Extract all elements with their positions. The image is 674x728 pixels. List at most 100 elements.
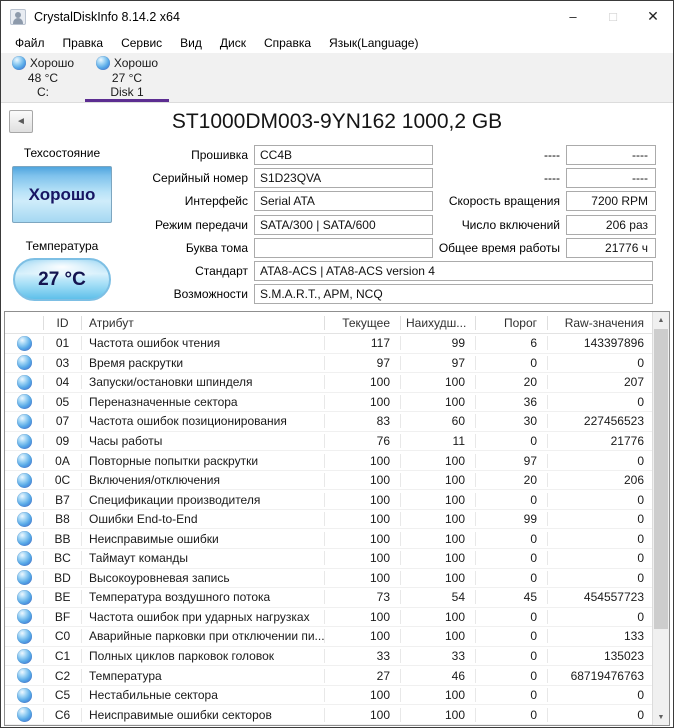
drive-model-title: ST1000DM003-9YN162 1000,2 GB xyxy=(1,103,673,141)
menu-item[interactable]: Сервис xyxy=(112,36,171,50)
attribute-threshold: 97 xyxy=(475,454,547,468)
drive-tab[interactable]: Хорошо 27 °C Disk 1 xyxy=(85,53,169,102)
tab-health-status: Хорошо xyxy=(30,56,74,71)
attribute-id: 03 xyxy=(43,356,81,370)
raw-column-header[interactable]: Raw-значения xyxy=(547,316,652,330)
menu-item[interactable]: Язык(Language) xyxy=(320,36,427,50)
attribute-worst: 100 xyxy=(400,551,475,565)
menu-item[interactable]: Справка xyxy=(255,36,320,50)
menu-item[interactable]: Диск xyxy=(211,36,255,50)
table-scrollbar[interactable]: ▲ ▼ xyxy=(652,312,669,725)
attribute-threshold: 0 xyxy=(475,493,547,507)
stat-label: Скорость вращения xyxy=(438,194,566,208)
scroll-up-icon[interactable]: ▲ xyxy=(653,312,669,328)
menu-item[interactable]: Вид xyxy=(171,36,211,50)
smart-attribute-row[interactable]: C6 Неисправимые ошибки секторов 100 100 … xyxy=(5,705,652,725)
attribute-name: Аварийные парковки при отключении пи... xyxy=(81,629,324,643)
smart-attribute-row[interactable]: 07 Частота ошибок позиционирования 83 60… xyxy=(5,412,652,432)
smart-attribute-row[interactable]: B8 Ошибки End-to-End 100 100 99 0 xyxy=(5,510,652,530)
attribute-raw-value: 0 xyxy=(547,708,652,722)
tab-temperature: 48 °C xyxy=(28,71,58,86)
menu-item[interactable]: Правка xyxy=(54,36,113,50)
attribute-current: 100 xyxy=(324,551,400,565)
drive-tab[interactable]: Хорошо 48 °C C: xyxy=(1,53,85,102)
field-value-box[interactable]: CC4B xyxy=(254,145,433,165)
current-column-header[interactable]: Текущее xyxy=(324,316,400,330)
smart-attribute-row[interactable]: 0A Повторные попытки раскрутки 100 100 9… xyxy=(5,451,652,471)
smart-attribute-row[interactable]: BC Таймаут команды 100 100 0 0 xyxy=(5,549,652,569)
scroll-down-icon[interactable]: ▼ xyxy=(653,709,669,725)
stat-value-box[interactable]: 206 раз xyxy=(566,215,656,235)
attribute-current: 27 xyxy=(324,669,400,683)
stat-value-box[interactable]: 7200 RPM xyxy=(566,191,656,211)
attribute-status-orb-icon xyxy=(17,707,32,722)
smart-attribute-row[interactable]: 0C Включения/отключения 100 100 20 206 xyxy=(5,471,652,491)
minimize-icon[interactable]: – xyxy=(553,1,593,32)
stat-value-box[interactable]: ---- xyxy=(566,145,656,165)
attribute-current: 76 xyxy=(324,434,400,448)
attribute-name: Нестабильные сектора xyxy=(81,688,324,702)
attribute-status-orb-icon xyxy=(17,453,32,468)
smart-attribute-row[interactable]: 03 Время раскрутки 97 97 0 0 xyxy=(5,354,652,374)
smart-table-rows: 01 Частота ошибок чтения 117 99 6 143397… xyxy=(5,334,652,725)
smart-attribute-row[interactable]: 05 Переназначенные сектора 100 100 36 0 xyxy=(5,393,652,413)
smart-attribute-row[interactable]: BB Неисправимые ошибки 100 100 0 0 xyxy=(5,529,652,549)
smart-attribute-row[interactable]: C5 Нестабильные сектора 100 100 0 0 xyxy=(5,686,652,706)
field-value-box[interactable]: S1D23QVA xyxy=(254,168,433,188)
stat-label: ---- xyxy=(438,171,566,185)
field-value-box[interactable]: Serial ATA xyxy=(254,191,433,211)
attribute-raw-value: 0 xyxy=(547,356,652,370)
stat-value-box[interactable]: 21776 ч xyxy=(566,238,656,258)
stat-row: ---- ---- xyxy=(438,166,656,189)
attribute-current: 100 xyxy=(324,688,400,702)
smart-table-header: ID Атрибут Текущее Наихудш... Порог Raw-… xyxy=(5,312,652,334)
attribute-threshold: 0 xyxy=(475,571,547,585)
attribute-worst: 100 xyxy=(400,473,475,487)
attribute-current: 100 xyxy=(324,512,400,526)
scrollbar-thumb[interactable] xyxy=(654,329,668,629)
attribute-status-orb-icon xyxy=(17,609,32,624)
attribute-threshold: 0 xyxy=(475,434,547,448)
smart-attribute-row[interactable]: B7 Спецификации производителя 100 100 0 … xyxy=(5,490,652,510)
stat-label: ---- xyxy=(438,148,566,162)
attribute-current: 117 xyxy=(324,336,400,350)
field-value-box[interactable]: ATA8-ACS | ATA8-ACS version 4 xyxy=(254,261,653,281)
attribute-current: 100 xyxy=(324,610,400,624)
smart-attribute-row[interactable]: BF Частота ошибок при ударных нагрузках … xyxy=(5,608,652,628)
attribute-worst: 100 xyxy=(400,610,475,624)
drive-tab-bar: Хорошо 48 °C C: Хорошо 27 °C Disk 1 xyxy=(1,53,673,103)
smart-attribute-row[interactable]: 09 Часы работы 76 11 0 21776 xyxy=(5,432,652,452)
smart-attribute-row[interactable]: BD Высокоуровневая запись 100 100 0 0 xyxy=(5,569,652,589)
attribute-current: 100 xyxy=(324,454,400,468)
smart-attribute-row[interactable]: C0 Аварийные парковки при отключении пи.… xyxy=(5,627,652,647)
id-column-header[interactable]: ID xyxy=(43,316,81,330)
attribute-threshold: 99 xyxy=(475,512,547,526)
stat-value-box[interactable]: ---- xyxy=(566,168,656,188)
threshold-column-header[interactable]: Порог xyxy=(475,316,547,330)
attribute-column-header[interactable]: Атрибут xyxy=(81,316,324,330)
attribute-id: 05 xyxy=(43,395,81,409)
attribute-id: C6 xyxy=(43,708,81,722)
attribute-threshold: 30 xyxy=(475,414,547,428)
attribute-status-orb-icon xyxy=(17,668,32,683)
field-value-box[interactable] xyxy=(254,238,433,258)
worst-column-header[interactable]: Наихудш... xyxy=(400,316,475,330)
attribute-id: B8 xyxy=(43,512,81,526)
smart-attribute-row[interactable]: BE Температура воздушного потока 73 54 4… xyxy=(5,588,652,608)
back-button[interactable]: ◄ xyxy=(9,110,33,133)
field-value-box[interactable]: S.M.A.R.T., APM, NCQ xyxy=(254,284,653,304)
attribute-id: C1 xyxy=(43,649,81,663)
smart-attribute-row[interactable]: C2 Температура 27 46 0 68719476763 xyxy=(5,666,652,686)
stat-row: Общее время работы 21776 ч xyxy=(438,236,656,259)
attribute-worst: 99 xyxy=(400,336,475,350)
field-value-box[interactable]: SATA/300 | SATA/600 xyxy=(254,215,433,235)
close-icon[interactable]: ✕ xyxy=(633,1,673,32)
maximize-icon[interactable]: □ xyxy=(593,1,633,32)
tab-drive-name: C: xyxy=(37,85,49,100)
menu-item[interactable]: Файл xyxy=(6,36,54,50)
smart-attribute-row[interactable]: 01 Частота ошибок чтения 117 99 6 143397… xyxy=(5,334,652,354)
attribute-raw-value: 0 xyxy=(547,512,652,526)
attribute-threshold: 45 xyxy=(475,590,547,604)
smart-attribute-row[interactable]: C1 Полных циклов парковок головок 33 33 … xyxy=(5,647,652,667)
smart-attribute-row[interactable]: 04 Запуски/остановки шпинделя 100 100 20… xyxy=(5,373,652,393)
